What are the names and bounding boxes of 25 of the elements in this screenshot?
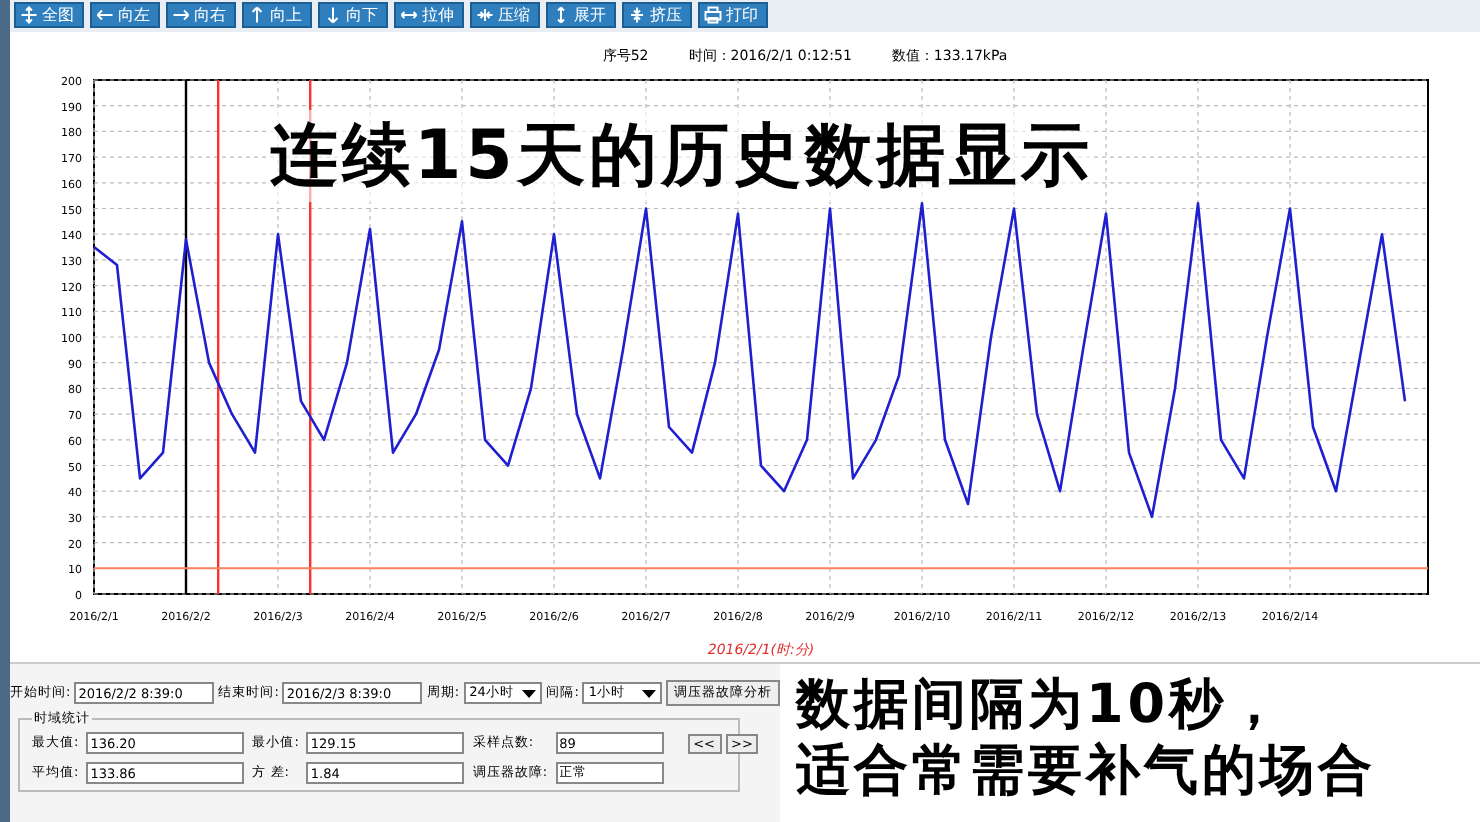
toolbar-button[interactable]: 向下 [318,2,388,28]
arrow-icon [476,6,494,24]
arrow-icon [96,6,114,24]
arrow-icon [172,6,190,24]
arrow-icon [20,6,38,24]
toolbar-button[interactable]: 打印 [698,2,768,28]
arrow-icon [400,6,418,24]
printer-icon [704,6,722,24]
arrow-icon [248,6,266,24]
arrow-icon [324,6,342,24]
caption-line: 适合常需要补气的场合 [796,738,1378,804]
toolbar-button[interactable]: 拉伸 [394,2,464,28]
toolbar-button[interactable]: 向右 [166,2,236,28]
toolbar-button[interactable]: 全图 [14,2,84,28]
toolbar-button[interactable]: 展开 [546,2,616,28]
toolbar-button[interactable]: 向左 [90,2,160,28]
arrow-icon [628,6,646,24]
dropdown-arrow-icon [642,689,656,697]
toolbar-button[interactable]: 挤压 [622,2,692,28]
overlay-title: 连续15天的历史数据显示 [270,110,1093,202]
toolbar-button[interactable]: 压缩 [470,2,540,28]
toolbar-button[interactable]: 向上 [242,2,312,28]
dropdown-arrow-icon [522,689,537,697]
arrow-icon [552,6,570,24]
caption-line: 数据间隔为10秒， [796,672,1288,738]
